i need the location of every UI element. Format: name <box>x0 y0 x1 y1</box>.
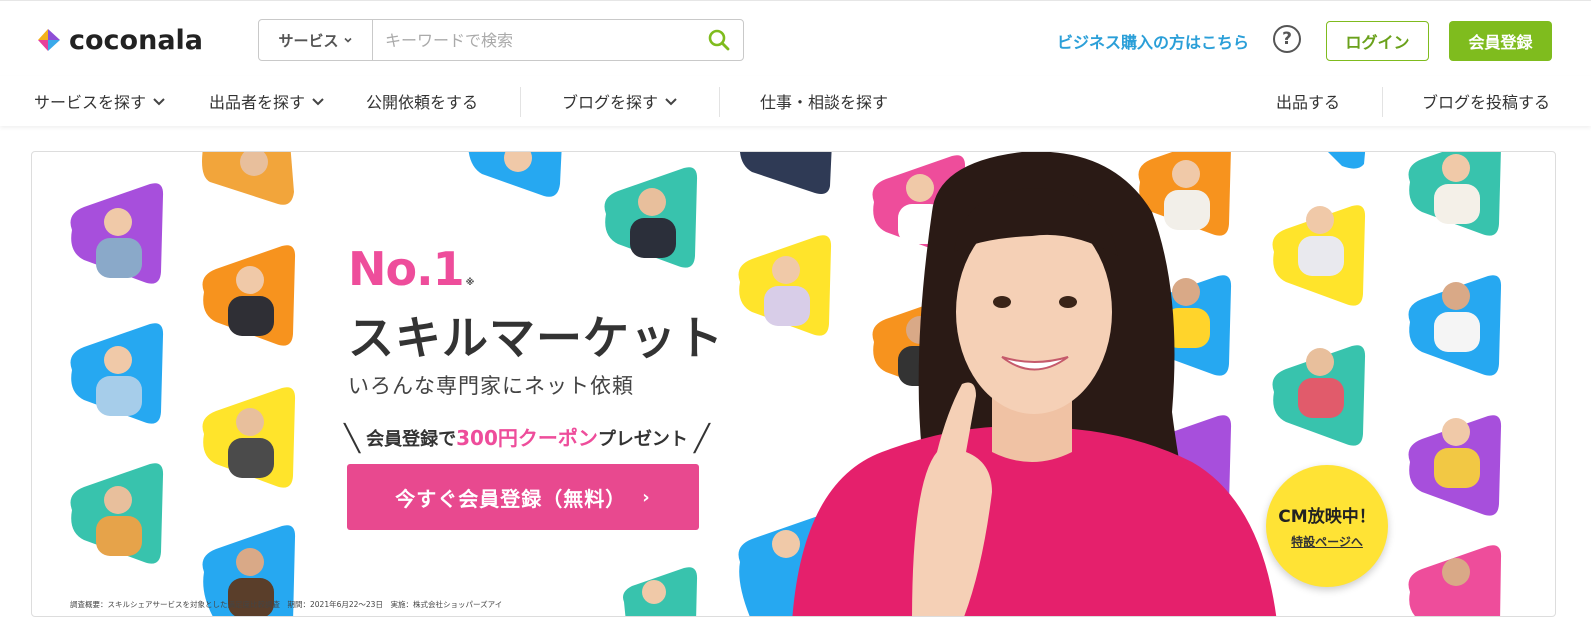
question-circle-icon[interactable]: ? <box>1273 25 1301 53</box>
portrait-tile <box>202 387 296 488</box>
portrait-tile <box>202 245 296 346</box>
chevron-down-icon <box>665 98 677 106</box>
nav-item-label: 仕事・相談を探す <box>760 93 889 112</box>
nav-divider <box>719 87 720 117</box>
portrait-tile <box>623 567 698 616</box>
cta-label: 今すぐ会員登録（無料） <box>395 486 627 511</box>
chevron-down-icon <box>153 98 165 106</box>
chevron-right-icon: › <box>642 486 651 508</box>
global-nav: サービスを探す 出品者を探す 公開依頼をする ブログを探す 仕事・相談を探す 出… <box>0 76 1591 126</box>
search-category-select[interactable]: サービス <box>259 20 373 60</box>
portrait-tile <box>202 152 294 205</box>
nav-item-label: ブログを探す <box>562 93 659 112</box>
cm-badge-link[interactable]: 特設ページへ <box>1291 533 1363 550</box>
nav-item-label: ブログを投稿する <box>1422 93 1551 112</box>
portrait-tile <box>1408 275 1502 376</box>
help-label: ? <box>1282 29 1292 49</box>
nav-item-label: サービスを探す <box>34 93 147 112</box>
site-header: coconala サービス ビジネス購入の方はこちら ? ログイン 会員登録 <box>0 0 1591 76</box>
decor-slash-left: ╲ <box>344 424 360 454</box>
portrait-tile <box>738 235 832 336</box>
cm-special-page-badge[interactable]: CM放映中！ 特設ページへ <box>1266 465 1388 587</box>
portrait-tile <box>70 323 164 424</box>
survey-footnote: 調査概要：スキルシェアサービスを対象とした満足度比較調査 期間：2021年6月2… <box>70 600 503 609</box>
portrait-tile <box>1272 345 1366 446</box>
chevron-down-icon <box>343 37 352 43</box>
nav-divider <box>1382 87 1383 117</box>
search-button[interactable] <box>695 20 743 60</box>
coupon-highlight: 300円クーポン <box>456 426 598 450</box>
portrait-tile <box>1408 545 1502 616</box>
search-input[interactable] <box>373 20 695 60</box>
nav-item-label: 公開依頼をする <box>366 93 479 112</box>
search-icon <box>708 29 730 51</box>
portrait-tile <box>1328 152 1366 169</box>
nav-item-find-blogs[interactable]: ブログを探す <box>562 76 678 126</box>
portrait-tile <box>468 152 562 197</box>
nav-item-label: 出品する <box>1276 93 1341 112</box>
nav-item-find-sellers[interactable]: 出品者を探す <box>209 76 325 126</box>
no1-heading: No.1 ※ <box>348 244 724 308</box>
search-category-label: サービス <box>278 31 339 50</box>
business-purchase-link[interactable]: ビジネス購入の方はこちら <box>1057 29 1249 53</box>
nav-item-post-blog[interactable]: ブログを投稿する <box>1422 76 1550 126</box>
portrait-tile <box>1408 152 1501 236</box>
portrait-tile <box>70 183 164 284</box>
search-bar: サービス <box>258 19 744 61</box>
cm-badge-title: CM放映中！ <box>1278 507 1376 527</box>
register-now-button[interactable]: 今すぐ会員登録（無料） › <box>347 464 699 530</box>
nav-divider <box>520 87 521 117</box>
coconala-logo-icon <box>38 29 60 51</box>
portrait-tile <box>70 463 164 564</box>
coupon-message: ╲ 会員登録で300円クーポンプレゼント ╱ <box>327 422 727 454</box>
portrait-tile <box>1408 415 1502 516</box>
hero-headline: スキルマーケット <box>348 311 724 365</box>
hero-subheadline: いろんな専門家にネット依頼 <box>348 374 634 398</box>
promo-copy: No.1 ※ スキルマーケット いろんな専門家にネット依頼 <box>348 244 724 400</box>
portrait-tile <box>1272 205 1366 306</box>
no1-text: No.1 <box>348 242 465 296</box>
register-button[interactable]: 会員登録 <box>1449 21 1552 61</box>
nav-item-label: 出品者を探す <box>209 93 306 112</box>
nav-item-find-jobs[interactable]: 仕事・相談を探す <box>760 76 888 126</box>
logo-text: coconala <box>69 24 204 56</box>
nav-item-public-request[interactable]: 公開依頼をする <box>366 76 478 126</box>
footnote-mark: ※ <box>465 278 475 288</box>
coupon-prefix: 会員登録で <box>366 429 457 450</box>
login-button[interactable]: ログイン <box>1326 21 1429 61</box>
logo[interactable]: coconala <box>34 23 203 57</box>
decor-slash-right: ╱ <box>694 424 710 454</box>
chevron-down-icon <box>312 98 324 106</box>
coupon-suffix: プレゼント <box>597 429 688 450</box>
hero-banner[interactable]: No.1 ※ スキルマーケット いろんな専門家にネット依頼 ╲ 会員登録で300円… <box>31 151 1556 617</box>
portrait-tile <box>739 152 832 194</box>
nav-item-find-services[interactable]: サービスを探す <box>34 76 166 126</box>
nav-item-sell[interactable]: 出品する <box>1276 76 1340 126</box>
